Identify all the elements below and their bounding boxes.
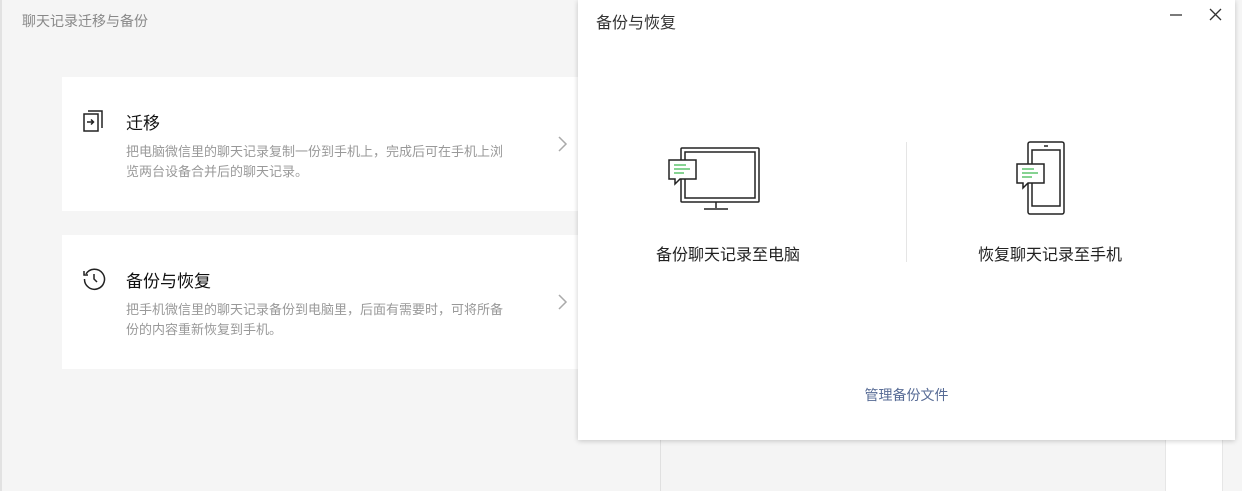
minimize-icon[interactable] xyxy=(1165,4,1187,26)
phone-chat-icon xyxy=(1016,141,1065,215)
monitor-chat-icon xyxy=(668,147,760,210)
card-description: 把手机微信里的聊天记录备份到电脑里，后面有需要时，可将所备份的内容重新恢复到手机… xyxy=(126,303,504,338)
card-title: 备份与恢复 xyxy=(126,272,211,292)
option-label: 备份聊天记录至电脑 xyxy=(655,245,800,264)
backup-to-pc-option[interactable]: 备份聊天记录至电脑 xyxy=(578,130,878,280)
history-icon xyxy=(83,268,106,291)
manage-backup-files-link[interactable]: 管理备份文件 xyxy=(578,385,1235,405)
background-panel xyxy=(1165,440,1223,491)
card-title: 迁移 xyxy=(126,114,160,134)
dialog-title: 备份与恢复 xyxy=(596,13,677,32)
chevron-right-icon xyxy=(558,136,568,152)
migrate-icon xyxy=(83,110,103,132)
chevron-right-icon xyxy=(558,294,568,310)
migrate-card[interactable]: 迁移 把电脑微信里的聊天记录复制一份到手机上，完成后可在手机上浏览两台设备合并后… xyxy=(62,77,602,211)
option-label: 恢复聊天记录至手机 xyxy=(977,245,1122,264)
backup-restore-card[interactable]: 备份与恢复 把手机微信里的聊天记录备份到电脑里，后面有需要时，可将所备份的内容重… xyxy=(62,235,602,369)
card-description: 把电脑微信里的聊天记录复制一份到手机上，完成后可在手机上浏览两台设备合并后的聊天… xyxy=(126,145,504,180)
close-icon[interactable] xyxy=(1204,4,1226,26)
background-panel xyxy=(660,440,1165,491)
backup-restore-dialog: 备份与恢复 备份聊天记录至电脑 恢复聊天记录至手机 管理备份文件 xyxy=(578,0,1235,440)
window-title: 聊天记录迁移与备份 xyxy=(22,14,148,30)
restore-to-phone-option[interactable]: 恢复聊天记录至手机 xyxy=(900,130,1200,280)
main-window: 聊天记录迁移与备份 迁移 把电脑微信里的聊天记录复制一份到手机上，完成后可在手机… xyxy=(0,0,660,491)
